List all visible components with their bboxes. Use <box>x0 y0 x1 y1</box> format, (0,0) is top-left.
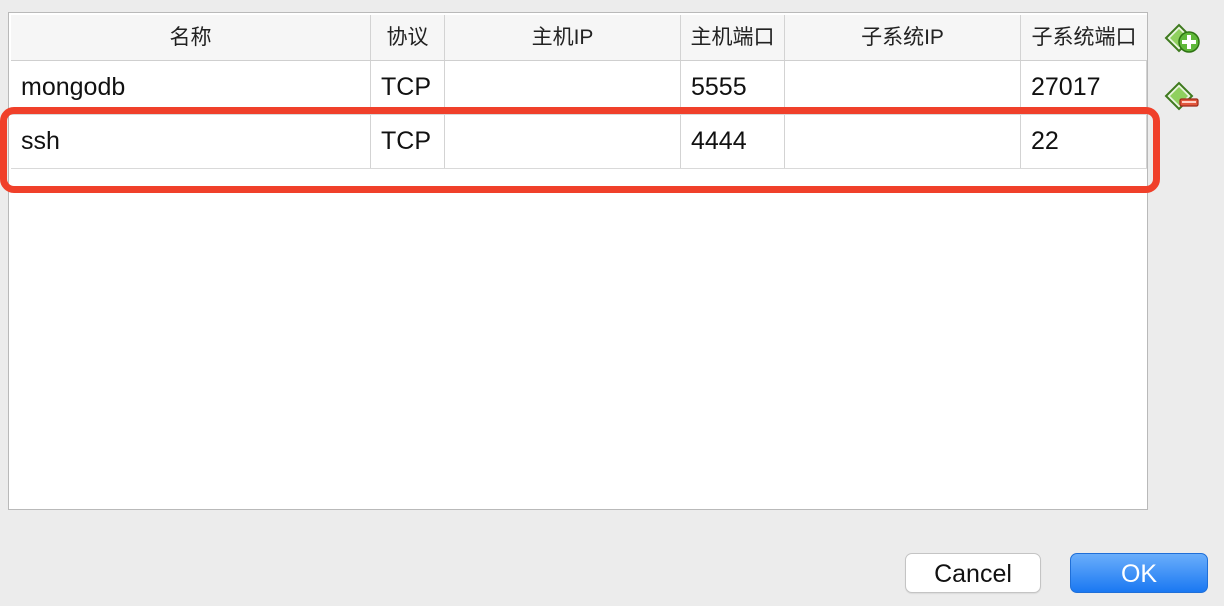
table-header: 名称 协议 主机IP 主机端口 子系统IP 子系统端口 <box>11 15 1147 61</box>
column-header-name[interactable]: 名称 <box>11 15 371 60</box>
add-rule-button[interactable] <box>1162 18 1202 58</box>
cell-protocol[interactable]: TCP <box>371 115 445 168</box>
cell-name[interactable]: ssh <box>11 115 371 168</box>
table-row[interactable]: ssh TCP 4444 22 <box>11 115 1147 169</box>
cell-host-ip[interactable] <box>445 115 681 168</box>
add-rule-icon <box>1164 23 1200 53</box>
cell-guest-port[interactable]: 27017 <box>1021 61 1147 114</box>
cell-guest-port[interactable]: 22 <box>1021 115 1147 168</box>
cell-protocol[interactable]: TCP <box>371 61 445 114</box>
cell-host-port[interactable]: 4444 <box>681 115 785 168</box>
ok-button[interactable]: OK <box>1070 553 1208 593</box>
cell-host-port[interactable]: 5555 <box>681 61 785 114</box>
column-header-protocol[interactable]: 协议 <box>371 15 445 60</box>
remove-rule-button[interactable] <box>1162 76 1202 116</box>
cell-name[interactable]: mongodb <box>11 61 371 114</box>
remove-rule-icon <box>1164 81 1199 111</box>
column-header-host-port[interactable]: 主机端口 <box>681 15 785 60</box>
cancel-button[interactable]: Cancel <box>905 553 1041 593</box>
cell-guest-ip[interactable] <box>785 115 1021 168</box>
cell-host-ip[interactable] <box>445 61 681 114</box>
column-header-host-ip[interactable]: 主机IP <box>445 15 681 60</box>
column-header-guest-port[interactable]: 子系统端口 <box>1021 15 1147 60</box>
table-row[interactable]: mongodb TCP 5555 27017 <box>11 61 1147 115</box>
cell-guest-ip[interactable] <box>785 61 1021 114</box>
column-header-guest-ip[interactable]: 子系统IP <box>785 15 1021 60</box>
port-forwarding-table: 名称 协议 主机IP 主机端口 子系统IP 子系统端口 mongodb TCP … <box>8 12 1148 510</box>
